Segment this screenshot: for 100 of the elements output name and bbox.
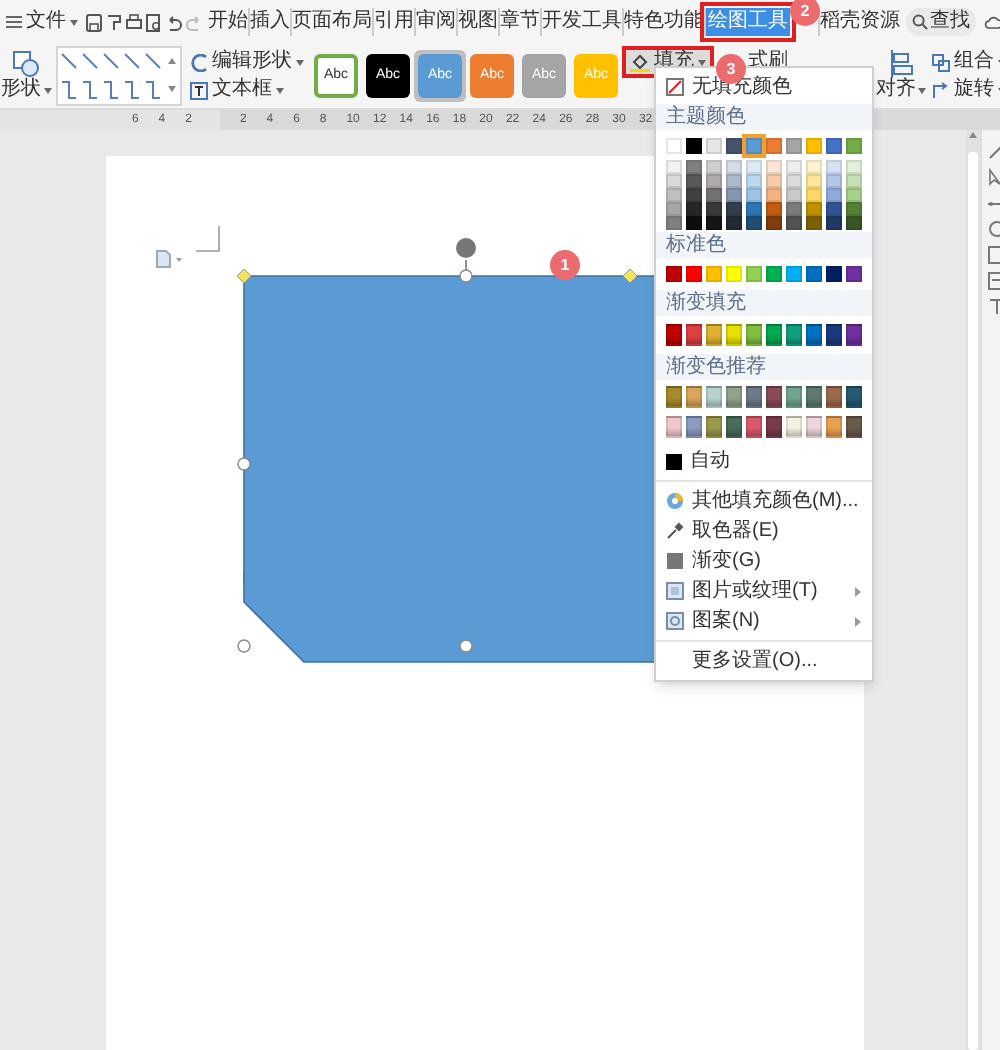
color-swatch[interactable]: [806, 174, 822, 188]
color-swatch[interactable]: [846, 386, 862, 408]
color-swatch[interactable]: [666, 188, 682, 202]
color-swatch[interactable]: [746, 266, 762, 282]
color-swatch[interactable]: [666, 138, 682, 154]
align-button[interactable]: 对齐: [876, 50, 926, 102]
color-swatch[interactable]: [726, 216, 742, 230]
menu-item[interactable]: 渐变(G): [656, 546, 872, 576]
color-swatch[interactable]: [726, 160, 742, 174]
color-swatch[interactable]: [686, 174, 702, 188]
color-swatch[interactable]: [706, 188, 722, 202]
color-swatch[interactable]: [806, 324, 822, 346]
connector-gallery[interactable]: [56, 46, 182, 106]
color-swatch[interactable]: [746, 160, 762, 174]
scrollbar[interactable]: [966, 130, 980, 1050]
color-swatch[interactable]: [826, 324, 842, 346]
color-swatch[interactable]: [786, 416, 802, 438]
color-swatch[interactable]: [846, 324, 862, 346]
color-swatch[interactable]: [666, 160, 682, 174]
color-swatch[interactable]: [846, 174, 862, 188]
color-swatch[interactable]: [786, 138, 802, 154]
ribbon-tab[interactable]: 开始: [208, 8, 248, 36]
color-swatch[interactable]: [746, 324, 762, 346]
menu-item[interactable]: 取色器(E): [656, 516, 872, 546]
menu-item[interactable]: 更多设置(O)...: [656, 646, 872, 676]
color-swatch[interactable]: [766, 416, 782, 438]
color-swatch[interactable]: [786, 216, 802, 230]
color-swatch[interactable]: [666, 202, 682, 216]
group-button[interactable]: 组合: [932, 50, 1000, 74]
color-swatch[interactable]: [826, 416, 842, 438]
adjust-handle[interactable]: [236, 268, 252, 284]
color-swatch[interactable]: [686, 266, 702, 282]
document-icon[interactable]: [156, 250, 184, 268]
ribbon-tab[interactable]: 引用: [374, 8, 414, 36]
color-swatch[interactable]: [686, 216, 702, 230]
resize-handle[interactable]: [237, 639, 251, 653]
ribbon-tab[interactable]: 章节: [500, 8, 540, 36]
color-swatch[interactable]: [726, 202, 742, 216]
adjust-handle[interactable]: [622, 268, 638, 284]
pointer-icon[interactable]: [988, 168, 1000, 186]
text-icon[interactable]: [988, 298, 1000, 316]
color-swatch[interactable]: [666, 266, 682, 282]
brush-icon[interactable]: [106, 13, 122, 31]
color-swatch[interactable]: [706, 386, 722, 408]
color-swatch[interactable]: [746, 174, 762, 188]
color-swatch[interactable]: [766, 202, 782, 216]
ribbon-tab[interactable]: 视图: [458, 8, 498, 36]
color-swatch[interactable]: [846, 266, 862, 282]
color-swatch[interactable]: [846, 160, 862, 174]
color-swatch[interactable]: [766, 174, 782, 188]
color-swatch[interactable]: [706, 174, 722, 188]
preview-icon[interactable]: [146, 13, 162, 31]
color-swatch[interactable]: [706, 416, 722, 438]
color-swatch[interactable]: [846, 138, 862, 154]
color-swatch[interactable]: [846, 216, 862, 230]
color-swatch[interactable]: [826, 160, 842, 174]
color-swatch[interactable]: [766, 216, 782, 230]
color-swatch[interactable]: [666, 416, 682, 438]
color-swatch[interactable]: [786, 160, 802, 174]
color-swatch[interactable]: [826, 386, 842, 408]
color-swatch[interactable]: [766, 188, 782, 202]
color-swatch[interactable]: [786, 386, 802, 408]
color-swatch[interactable]: [786, 324, 802, 346]
color-swatch[interactable]: [786, 202, 802, 216]
text-box-button[interactable]: 文本框: [190, 78, 304, 102]
color-swatch[interactable]: [726, 188, 742, 202]
color-swatch[interactable]: [766, 138, 782, 154]
color-swatch[interactable]: [666, 216, 682, 230]
color-swatch[interactable]: [686, 416, 702, 438]
color-swatch[interactable]: [686, 160, 702, 174]
color-swatch[interactable]: [666, 174, 682, 188]
print-icon[interactable]: [126, 13, 142, 31]
color-swatch[interactable]: [666, 324, 682, 346]
color-swatch[interactable]: [726, 386, 742, 408]
pen-icon[interactable]: [988, 142, 1000, 160]
color-swatch[interactable]: [826, 188, 842, 202]
search-button[interactable]: 查找: [906, 8, 976, 36]
color-swatch[interactable]: [786, 266, 802, 282]
color-swatch[interactable]: [826, 216, 842, 230]
color-swatch[interactable]: [846, 416, 862, 438]
color-swatch[interactable]: [806, 202, 822, 216]
color-swatch[interactable]: [766, 160, 782, 174]
color-swatch[interactable]: [746, 386, 762, 408]
color-swatch[interactable]: [686, 324, 702, 346]
ribbon-tab[interactable]: 稻壳资源: [820, 8, 900, 36]
ribbon-tab[interactable]: 开发工具: [542, 8, 622, 36]
color-swatch[interactable]: [686, 138, 702, 154]
color-swatch[interactable]: [686, 202, 702, 216]
ribbon-tab[interactable]: 插入: [250, 8, 290, 36]
file-menu-button[interactable]: 文件: [4, 8, 80, 36]
color-swatch[interactable]: [806, 416, 822, 438]
color-swatch[interactable]: [766, 266, 782, 282]
color-swatch[interactable]: [826, 202, 842, 216]
color-swatch[interactable]: [786, 188, 802, 202]
frame-icon[interactable]: [988, 246, 1000, 264]
color-swatch[interactable]: [806, 188, 822, 202]
save-icon[interactable]: [86, 13, 102, 31]
ribbon-tab[interactable]: 审阅: [416, 8, 456, 36]
ribbon-tab[interactable]: 页面布局: [292, 8, 372, 36]
color-swatch[interactable]: [806, 138, 822, 154]
